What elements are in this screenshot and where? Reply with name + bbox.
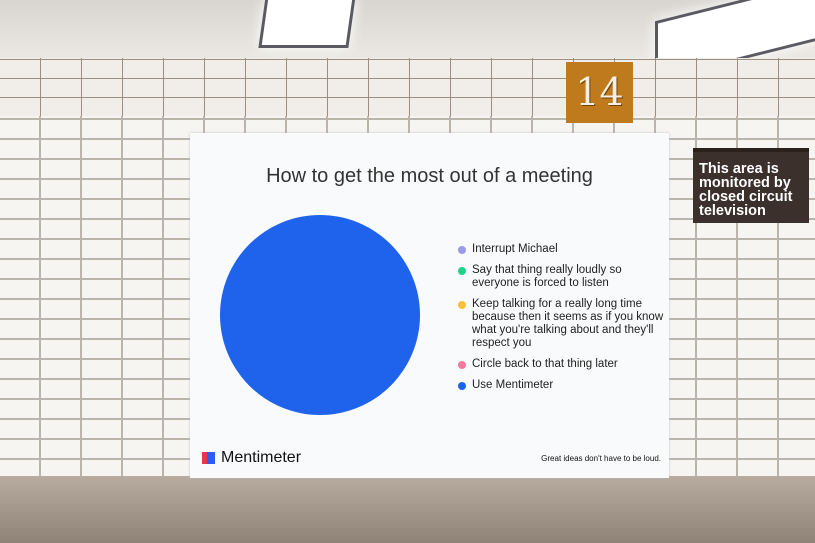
legend-dot-icon: [458, 301, 466, 309]
chart-title: How to get the most out of a meeting: [266, 165, 593, 187]
legend-dot-icon: [458, 267, 466, 275]
legend-label: Interrupt Michael: [472, 243, 558, 255]
ceiling: [0, 0, 815, 82]
legend-item: Use Mentimeter: [458, 379, 668, 392]
legend-item: Say that thing really loudly so everyone…: [458, 264, 668, 290]
legend-dot-icon: [458, 382, 466, 390]
station-number-plaque: 14: [566, 62, 633, 123]
tagline: Great ideas don't have to be loud.: [541, 454, 661, 463]
legend-label: Circle back to that thing later: [472, 358, 618, 370]
legend-item: Keep talking for a really long time beca…: [458, 298, 668, 350]
legend-label: Use Mentimeter: [472, 379, 554, 391]
poster: How to get the most out of a meeting Int…: [190, 133, 669, 478]
pie-slice: [220, 215, 420, 415]
legend-label: Keep talking for a really long time beca…: [472, 298, 664, 349]
mentimeter-logo-icon: [202, 452, 215, 464]
legend-item: Interrupt Michael: [458, 243, 668, 256]
legend-label: Say that thing really loudly so everyone…: [472, 264, 622, 289]
brand-name: Mentimeter: [221, 449, 302, 466]
legend-item: Circle back to that thing later: [458, 358, 668, 371]
legend-dot-icon: [458, 246, 466, 254]
decorative-tile-band: [0, 58, 815, 116]
cctv-sign: This area is monitored by closed circuit…: [693, 148, 809, 223]
legend: Interrupt Michael Say that thing really l…: [458, 243, 668, 400]
pie-chart: [220, 215, 420, 415]
floor: [0, 476, 815, 543]
ceiling-light: [258, 0, 356, 48]
brand: Mentimeter: [202, 449, 301, 467]
legend-dot-icon: [458, 361, 466, 369]
